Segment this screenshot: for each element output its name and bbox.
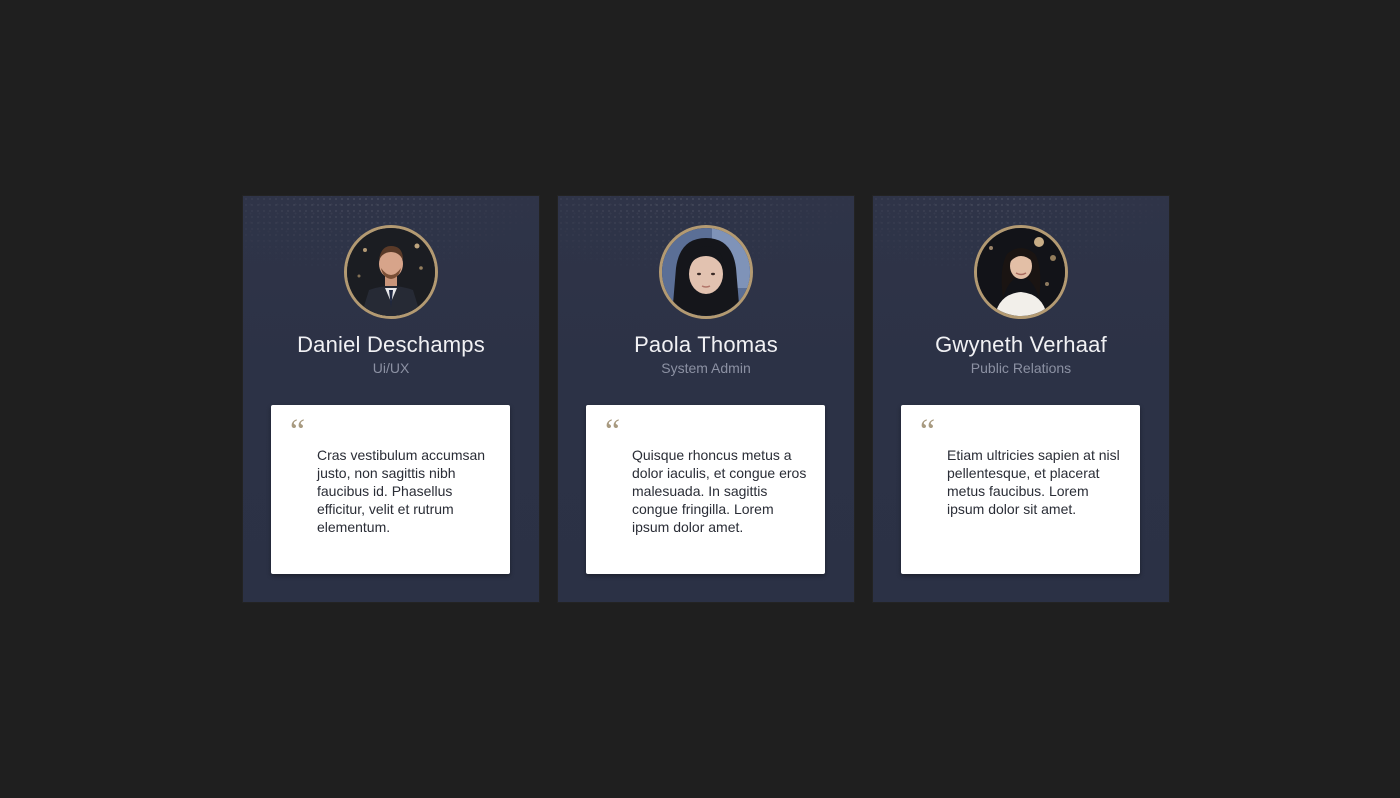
testimonial-card: Paola Thomas System Admin “ Quisque rhon… [558, 196, 854, 602]
quote-icon: “ [605, 413, 620, 450]
quote-text: Etiam ultricies sapien at nisl pellentes… [947, 447, 1120, 517]
person-role: Public Relations [970, 360, 1072, 376]
person-name: Paola Thomas [634, 332, 778, 357]
quote-icon: “ [920, 413, 935, 450]
person-role: Ui/UX [372, 360, 410, 376]
person-name: Daniel Deschamps [297, 332, 485, 357]
quote-text: Quisque rhoncus metus a dolor iaculis, e… [632, 447, 807, 535]
woman-portrait-icon [977, 228, 1065, 316]
person-name: Gwyneth Verhaaf [935, 332, 1107, 357]
avatar [974, 225, 1068, 319]
person-role: System Admin [661, 360, 751, 376]
testimonial-card: Gwyneth Verhaaf Public Relations “ Etiam… [873, 196, 1169, 602]
man-portrait-icon [347, 228, 435, 316]
quote-box: “ Quisque rhoncus metus a dolor iaculis,… [586, 405, 825, 574]
quote-text: Cras vestibulum accumsan justo, non sagi… [317, 447, 486, 535]
quote-box: “ Etiam ultricies sapien at nisl pellent… [901, 405, 1140, 574]
quote-box: “ Cras vestibulum accumsan justo, non sa… [271, 405, 510, 574]
testimonials-row: Daniel Deschamps Ui/UX “ Cras vestibulum… [243, 196, 1169, 602]
avatar [659, 225, 753, 319]
quote-icon: “ [290, 413, 305, 450]
testimonial-card: Daniel Deschamps Ui/UX “ Cras vestibulum… [243, 196, 539, 602]
woman-portrait-icon [662, 228, 750, 316]
avatar [344, 225, 438, 319]
